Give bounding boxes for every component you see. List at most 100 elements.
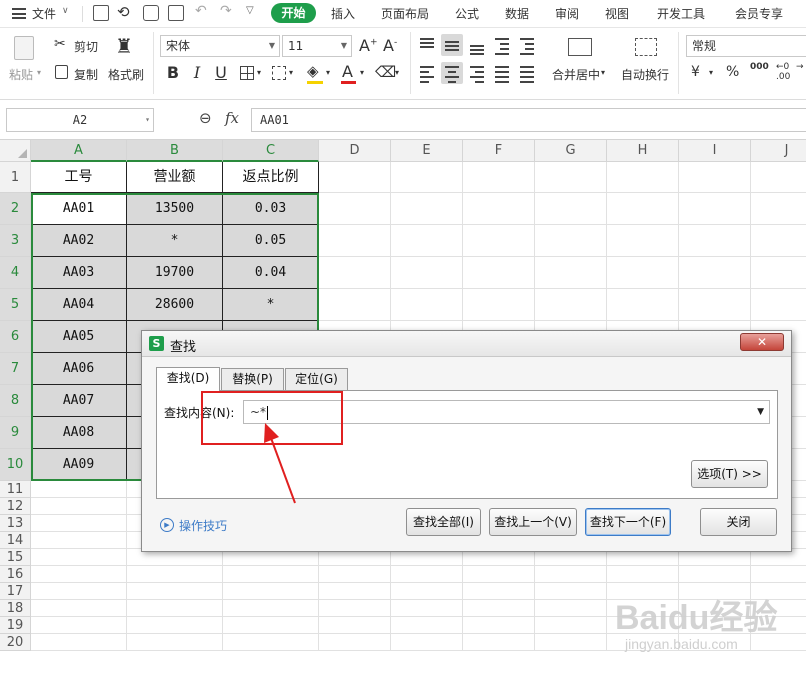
find-previous-button[interactable]: 查找上一个(V) [489,508,577,536]
cell[interactable] [319,193,391,225]
paste-chevron-icon[interactable]: ▾ [37,68,41,77]
cell[interactable] [223,566,319,583]
tab-data[interactable]: 数据 [505,5,529,22]
cell[interactable] [463,257,535,289]
header-cell[interactable]: 营业额 [127,162,223,193]
cell[interactable] [319,289,391,321]
thousands-separator-button[interactable]: 000 [750,62,769,72]
tab-page-layout[interactable]: 页面布局 [381,5,429,22]
cell[interactable] [31,498,127,515]
table-cell[interactable]: AA07 [31,385,127,417]
font-color-icon[interactable]: A [342,62,353,81]
play-circle-icon[interactable]: ▶ [160,518,174,532]
cell[interactable] [31,583,127,600]
font-name-select[interactable]: 宋体 ▼ [160,35,280,57]
eraser-icon[interactable]: ⌫ [375,63,396,81]
cell[interactable] [535,257,607,289]
name-box[interactable]: A2 ▾ [6,108,154,132]
merge-cells-icon[interactable] [568,38,592,56]
column-header-h[interactable]: H [607,140,679,162]
chevron-down-icon[interactable]: ▼ [757,401,764,423]
paste-icon[interactable] [14,36,34,60]
cell[interactable] [391,162,463,193]
cell[interactable] [535,634,607,651]
cell[interactable] [463,193,535,225]
table-cell[interactable]: AA06 [31,353,127,385]
tab-goto[interactable]: 定位(G) [285,368,348,390]
tab-formulas[interactable]: 公式 [455,5,479,22]
cell[interactable] [751,162,806,193]
cell[interactable] [319,257,391,289]
tab-replace[interactable]: 替换(P) [221,368,284,390]
column-header-e[interactable]: E [391,140,463,162]
close-button[interactable]: 关闭 [700,508,777,536]
cell[interactable] [127,566,223,583]
quick-access-more-icon[interactable]: ▽ [246,5,254,16]
tab-insert[interactable]: 插入 [331,5,355,22]
cell[interactable] [463,289,535,321]
cell-fill-pattern-icon[interactable] [272,66,286,80]
distributed-align-icon[interactable] [516,62,538,84]
cell[interactable] [319,617,391,634]
row-header-18[interactable]: 18 [0,600,31,617]
cell[interactable] [535,566,607,583]
hamburger-icon[interactable] [12,8,26,19]
tab-view[interactable]: 视图 [605,5,629,22]
align-middle-icon[interactable] [441,34,463,56]
row-header-13[interactable]: 13 [0,515,31,532]
tab-member[interactable]: 会员专享 [735,5,783,22]
cell[interactable] [391,225,463,257]
underline-button[interactable]: U [211,63,231,83]
cell[interactable] [463,566,535,583]
cell[interactable] [751,193,806,225]
tab-developer[interactable]: 开发工具 [657,5,705,22]
cell[interactable] [679,566,751,583]
column-header-c[interactable]: C [223,140,319,162]
table-cell[interactable]: AA05 [31,321,127,353]
row-header-7[interactable]: 7 [0,353,31,385]
cell[interactable] [319,162,391,193]
row-header-12[interactable]: 12 [0,498,31,515]
cell[interactable] [31,634,127,651]
cell[interactable] [535,162,607,193]
cell[interactable] [319,566,391,583]
cell[interactable] [679,193,751,225]
cell[interactable] [319,583,391,600]
wrap-text-button[interactable]: 自动换行 [621,66,669,83]
row-header-6[interactable]: 6 [0,321,31,353]
cell[interactable] [31,566,127,583]
tab-home[interactable]: 开始 [271,3,316,23]
table-cell[interactable]: 13500 [127,193,223,225]
table-cell[interactable]: * [223,289,319,321]
zoom-search-icon[interactable]: ⊖ [199,109,212,127]
font-size-select[interactable]: 11 ▼ [282,35,352,57]
column-header-b[interactable]: B [127,140,223,162]
merge-center-button[interactable]: 合并居中 [552,66,600,83]
cell[interactable] [679,162,751,193]
formula-input[interactable]: AA01 [251,108,806,132]
row-header-8[interactable]: 8 [0,385,31,417]
chevron-down-icon[interactable]: ▾ [326,68,330,77]
cell[interactable] [607,566,679,583]
row-header-11[interactable]: 11 [0,481,31,498]
cell[interactable] [223,583,319,600]
cell[interactable] [607,193,679,225]
redo-icon[interactable]: ↷ [220,3,232,19]
cell[interactable] [127,583,223,600]
align-bottom-icon[interactable] [466,34,488,56]
table-cell[interactable]: 0.04 [223,257,319,289]
cell[interactable] [463,634,535,651]
row-header-4[interactable]: 4 [0,257,31,289]
paste-button[interactable]: 粘贴 [9,66,33,83]
cell[interactable] [31,515,127,532]
align-top-icon[interactable] [416,34,438,56]
format-painter-icon[interactable]: ♜ [115,34,133,58]
options-button[interactable]: 选项(T) >> [691,460,768,488]
cell[interactable] [535,583,607,600]
cell[interactable] [607,162,679,193]
chevron-down-icon[interactable]: ▾ [601,68,605,77]
wrap-text-icon[interactable] [635,38,657,56]
number-format-select[interactable]: 常规 [686,35,806,57]
cell[interactable] [31,532,127,549]
table-cell[interactable]: 0.05 [223,225,319,257]
